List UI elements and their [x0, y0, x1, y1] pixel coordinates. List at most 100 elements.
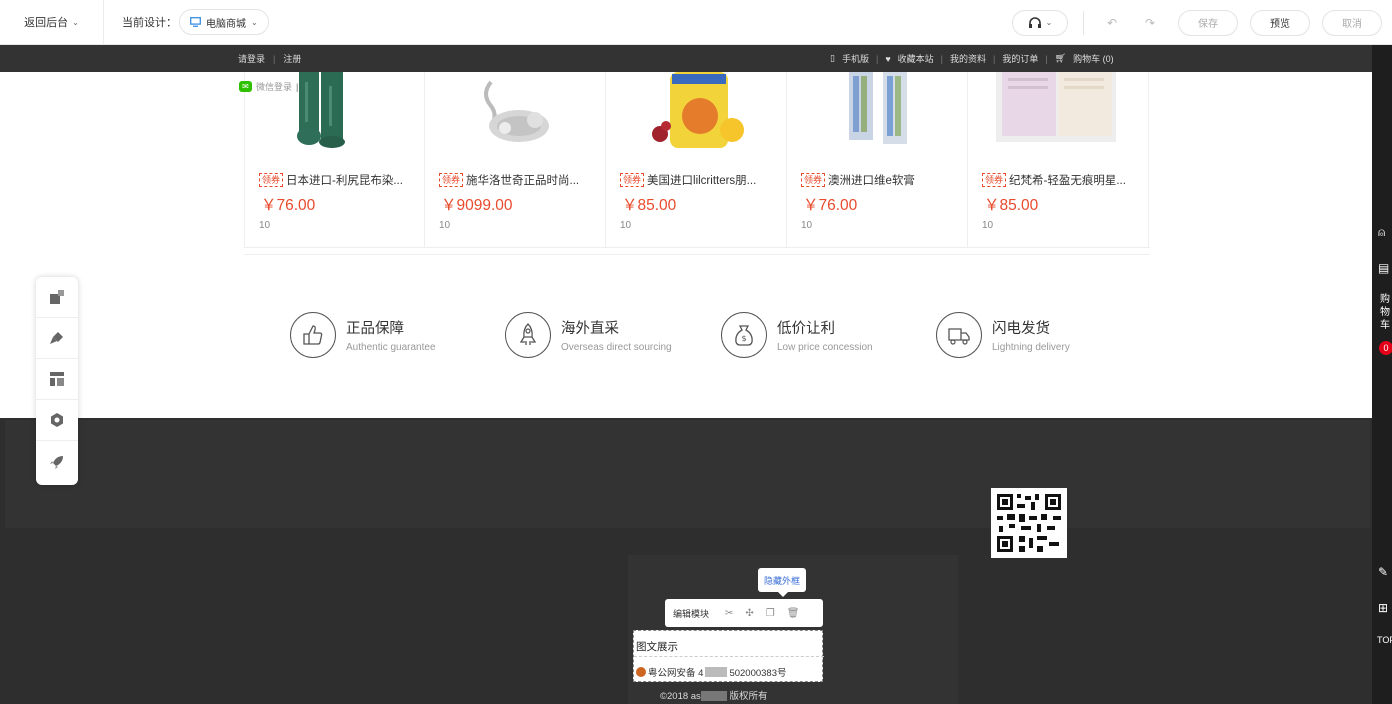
- design-value: 电脑商城: [206, 18, 246, 30]
- sidebar-cart-label[interactable]: 购物车: [1380, 293, 1390, 332]
- cancel-button[interactable]: 取消: [1322, 9, 1382, 36]
- copyright: ©2018 as 版权所有: [660, 688, 767, 702]
- current-design-label: 当前设计：: [122, 17, 177, 29]
- profile-link[interactable]: 我的资料: [950, 52, 986, 65]
- guarantee-title: 低价让利: [777, 321, 835, 337]
- back-to-admin-button[interactable]: 返回后台 ⌄: [0, 0, 104, 45]
- thumbs-up-icon: [290, 312, 336, 358]
- divider: |: [296, 81, 299, 92]
- product-image[interactable]: [801, 72, 953, 148]
- chevron-down-icon: ⌄: [251, 17, 258, 27]
- redo-icon[interactable]: ↷: [1140, 13, 1160, 33]
- save-button[interactable]: 保存: [1178, 9, 1238, 36]
- police-badge-icon: [636, 667, 646, 677]
- editor-tool-palette: [36, 277, 78, 485]
- heart-icon: ♥: [885, 53, 891, 64]
- orders-link[interactable]: 我的订单: [1002, 52, 1038, 65]
- guarantee-subtitle: Lightning delivery: [992, 342, 1070, 353]
- login-link[interactable]: 请登录: [238, 52, 265, 65]
- back-label: 返回后台: [24, 17, 69, 29]
- product-sales: 10: [439, 220, 451, 231]
- coupon-tag[interactable]: 领券: [259, 173, 284, 187]
- undo-icon[interactable]: ↶: [1102, 13, 1122, 33]
- settings-icon[interactable]: [36, 400, 78, 441]
- product-card[interactable]: 领券 纪梵希-轻盈无痕明星... ￥85.00 10: [968, 72, 1149, 248]
- headset-icon: [1028, 16, 1041, 28]
- product-title: 施华洛世奇正品时尚...: [466, 175, 580, 187]
- product-image[interactable]: [439, 72, 591, 148]
- register-link[interactable]: 注册: [283, 52, 301, 65]
- module-toolbar: 编辑模块 ✂ ✣ ❐ 🗑︎: [665, 599, 823, 627]
- product-name[interactable]: 领券 澳洲进口维e软膏: [801, 172, 961, 188]
- product-price: ￥85.00: [622, 197, 677, 214]
- scissors-icon[interactable]: ✂: [725, 608, 733, 619]
- rocket-icon: [505, 312, 551, 358]
- coupon-tag[interactable]: 领券: [801, 173, 826, 187]
- monitor-icon: [190, 17, 201, 27]
- wechat-icon: ✉: [239, 81, 252, 92]
- guarantee-title: 闪电发货: [992, 321, 1050, 337]
- wechat-login[interactable]: ✉ 微信登录 |: [239, 80, 298, 93]
- product-title: 日本进口-利尻昆布染...: [286, 175, 403, 187]
- edit-module-button[interactable]: 编辑模块: [673, 607, 709, 620]
- qrcode-icon[interactable]: ⊞: [1378, 601, 1388, 615]
- layout-icon[interactable]: [36, 359, 78, 400]
- product-title: 美国进口lilcritters朋...: [647, 175, 757, 187]
- qrcode-image: [991, 488, 1067, 558]
- product-card[interactable]: 领券 美国进口lilcritters朋... ￥85.00 10: [606, 72, 787, 248]
- favorite-link[interactable]: 收藏本站: [898, 52, 934, 65]
- hide-border-tooltip[interactable]: 隐藏外框: [758, 568, 806, 597]
- product-sales: 10: [801, 220, 813, 231]
- divider: |: [273, 53, 276, 64]
- product-sales: 10: [259, 220, 271, 231]
- product-sales: 10: [620, 220, 632, 231]
- copyright-text: ©2018 as: [660, 691, 701, 702]
- user-icon[interactable]: ⍝: [1378, 225, 1385, 240]
- right-sidebar: ⍝ ▤ 购物车 0 ✎ ⊞ TOP: [1372, 45, 1392, 704]
- mobile-link[interactable]: 手机版: [842, 52, 869, 65]
- copy-icon[interactable]: ❐: [766, 608, 775, 619]
- cart-icon: 🛒︎: [1054, 53, 1067, 63]
- product-name[interactable]: 领券 美国进口lilcritters朋...: [620, 172, 780, 188]
- product-price: ￥76.00: [261, 197, 316, 214]
- message-icon[interactable]: ▤: [1378, 261, 1389, 275]
- design-select[interactable]: 电脑商城 ⌄: [179, 9, 269, 35]
- footer-section: [5, 420, 1370, 528]
- svg-text:$: $: [741, 334, 746, 343]
- chevron-down-icon: ⌄: [72, 17, 79, 27]
- preview-button[interactable]: 预览: [1250, 9, 1310, 36]
- site-topbar: 请登录 | 注册 ▯ 手机版 | ♥ 收藏本站 | 我的资料 | 我的订单 | …: [0, 45, 1372, 72]
- product-sales: 10: [982, 220, 994, 231]
- rocket-icon[interactable]: [36, 441, 78, 482]
- delete-icon[interactable]: 🗑︎: [787, 608, 800, 619]
- product-image[interactable]: [620, 72, 772, 148]
- product-title: 纪梵希-轻盈无痕明星...: [1009, 175, 1126, 187]
- coupon-tag[interactable]: 领券: [620, 173, 645, 187]
- product-card[interactable]: 领券 日本进口-利尻昆布染... ￥76.00 10: [244, 72, 425, 248]
- paint-brush-icon[interactable]: [36, 318, 78, 359]
- guarantee-subtitle: Overseas direct sourcing: [561, 342, 672, 353]
- product-name[interactable]: 领券 纪梵希-轻盈无痕明星...: [982, 172, 1142, 188]
- cart-link[interactable]: 购物车 (0): [1073, 52, 1114, 65]
- back-to-top-button[interactable]: TOP: [1377, 635, 1392, 645]
- product-name[interactable]: 领券 日本进口-利尻昆布染...: [259, 172, 419, 188]
- coupon-tag[interactable]: 领券: [982, 173, 1007, 187]
- coupon-tag[interactable]: 领券: [439, 173, 464, 187]
- service-guarantees: 正品保障 Authentic guarantee 海外直采 Overseas d…: [290, 312, 1150, 362]
- modules-icon[interactable]: [36, 277, 78, 318]
- text-image-module[interactable]: 图文展示 粤公网安备 4 502000383号: [633, 630, 824, 682]
- product-card[interactable]: 领券 施华洛世奇正品时尚... ￥9099.00 10: [425, 72, 606, 248]
- support-button[interactable]: ⌄: [1012, 9, 1068, 36]
- product-image[interactable]: [982, 72, 1134, 148]
- guarantee-subtitle: Low price concession: [777, 342, 873, 353]
- edit-icon[interactable]: ✎: [1378, 565, 1388, 579]
- icp-suffix: 502000383号: [729, 668, 787, 679]
- divider: |: [875, 53, 879, 64]
- guarantee-item: 海外直采 Overseas direct sourcing: [505, 312, 672, 358]
- icp-record: 粤公网安备 4 502000383号: [636, 665, 787, 679]
- product-name[interactable]: 领券 施华洛世奇正品时尚...: [439, 172, 599, 188]
- money-bag-icon: $: [721, 312, 767, 358]
- guarantee-item: $ 低价让利 Low price concession: [721, 312, 873, 358]
- product-card[interactable]: 领券 澳洲进口维e软膏 ￥76.00 10: [787, 72, 968, 248]
- move-icon[interactable]: ✣: [745, 608, 753, 619]
